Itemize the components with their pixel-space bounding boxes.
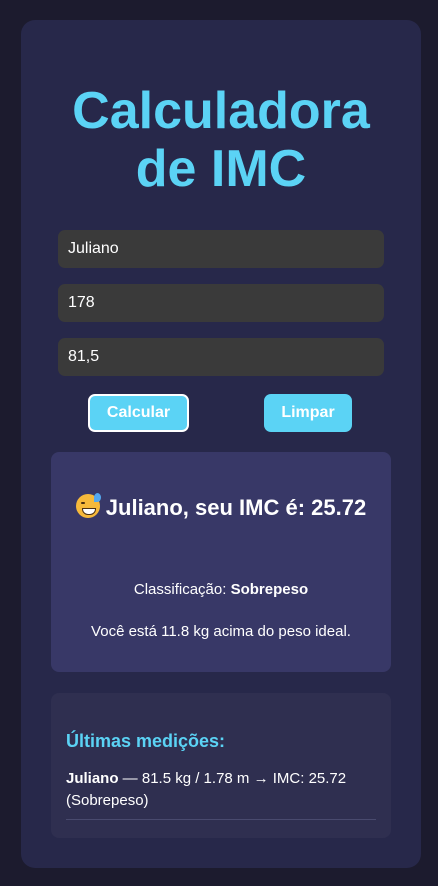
height-input[interactable] [58, 284, 384, 322]
classification-label: Classificação: [133, 581, 227, 598]
result-message: Você está 11.8 kg acima do peso ideal. [91, 623, 351, 640]
classification-value: Sobrepeso [230, 581, 309, 598]
history-title: Últimas medições: [66, 731, 226, 751]
history-item-name: Juliano [66, 770, 119, 787]
weight-input[interactable] [58, 338, 384, 376]
name-input[interactable] [58, 230, 384, 268]
grinning-face-with-sweat-icon [75, 493, 101, 518]
result-heading: Juliano, seu IMC é: 25.72 [51, 490, 391, 525]
result-panel: Juliano, seu IMC é: 25.72 Classificação:… [51, 452, 391, 672]
page-title: Calculadora de IMC [72, 82, 370, 198]
history-panel: Últimas medições: Juliano — 81.5 kg / 1.… [51, 693, 391, 838]
clear-button[interactable]: Limpar [264, 394, 352, 432]
imc-calculator-card: Calculadorade IMC Calcular Limpar Julian… [21, 20, 421, 868]
history-item: Juliano — 81.5 kg / 1.78 m → IMC: 25.72 … [66, 768, 376, 820]
result-classification: Classificação: Sobrepeso [51, 581, 391, 598]
calculate-button[interactable]: Calcular [88, 394, 189, 432]
